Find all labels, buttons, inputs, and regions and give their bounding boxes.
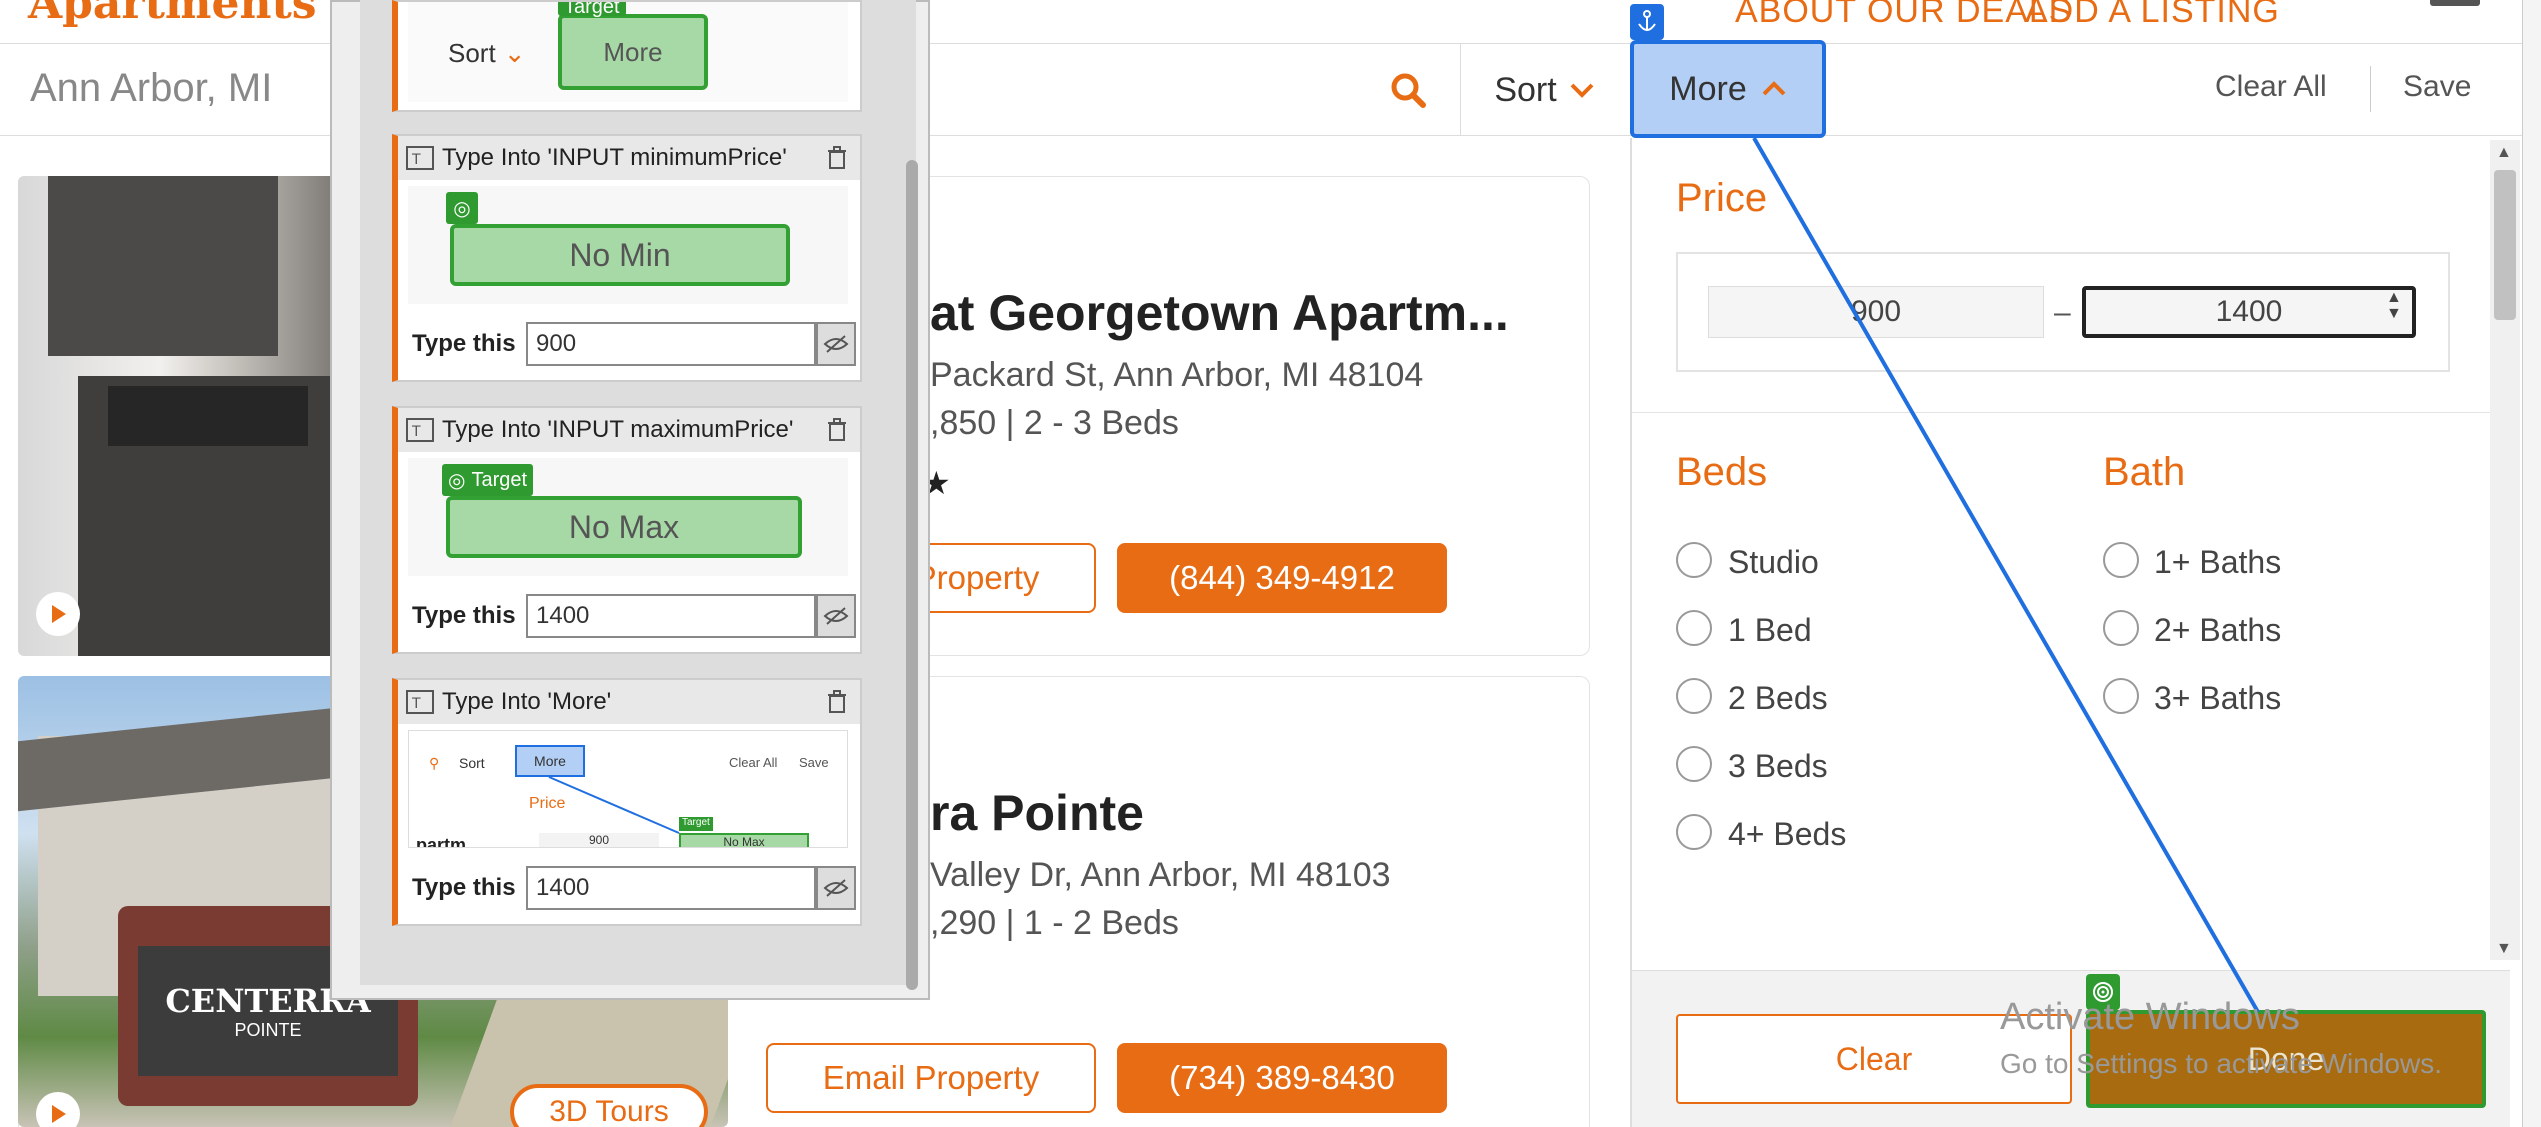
docked-panel-tabs[interactable] bbox=[2522, 0, 2541, 1127]
step-title: Type Into 'INPUT minimumPrice' bbox=[442, 144, 787, 171]
hide-eye-icon[interactable] bbox=[816, 594, 856, 638]
step-title: Type Into 'More' bbox=[442, 688, 612, 715]
step-title: Type Into 'INPUT maximumPrice' bbox=[442, 416, 794, 443]
step-card[interactable]: T Type Into 'More' ⚲ Sort More Clear All… bbox=[392, 678, 862, 926]
target-badge: Target bbox=[558, 2, 626, 18]
steps-scrollbar[interactable] bbox=[906, 160, 918, 990]
target-icon: ◎ bbox=[446, 192, 478, 224]
type-value-input[interactable]: 1400 bbox=[526, 866, 816, 910]
trash-icon[interactable] bbox=[826, 418, 848, 442]
preview-sort: Sort ⌄ bbox=[448, 38, 526, 68]
step-card[interactable]: T Type Into 'INPUT minimumPrice' No Min … bbox=[392, 134, 862, 382]
target-badge: ◎ Target bbox=[442, 464, 534, 496]
type-this-label: Type this bbox=[412, 602, 516, 629]
svg-text:T: T bbox=[411, 424, 421, 440]
svg-text:T: T bbox=[411, 696, 421, 712]
windows-activation-subtitle: Go to Settings to activate Windows. bbox=[2000, 1048, 2442, 1079]
type-into-icon: T bbox=[406, 146, 434, 170]
trash-icon[interactable] bbox=[826, 146, 848, 170]
type-this-label: Type this bbox=[412, 874, 516, 901]
hide-eye-icon[interactable] bbox=[816, 322, 856, 366]
windows-activation-title: Activate Windows bbox=[2000, 996, 2300, 1038]
type-value-input[interactable]: 1400 bbox=[526, 594, 816, 638]
trash-icon[interactable] bbox=[826, 690, 848, 714]
type-value-input[interactable]: 900 bbox=[526, 322, 816, 366]
svg-text:T: T bbox=[411, 152, 421, 168]
step-card-partial[interactable]: Sort ⌄ More Target bbox=[392, 0, 862, 112]
preview-more-target: More bbox=[558, 14, 708, 90]
type-into-icon: T bbox=[406, 418, 434, 442]
type-into-icon: T bbox=[406, 690, 434, 714]
type-this-label: Type this bbox=[412, 330, 516, 357]
preview-min-target: No Min bbox=[450, 224, 790, 286]
hide-eye-icon[interactable] bbox=[816, 866, 856, 910]
preview-max-target: No Max bbox=[446, 496, 802, 558]
step-card[interactable]: T Type Into 'INPUT maximumPrice' No Max … bbox=[392, 406, 862, 654]
